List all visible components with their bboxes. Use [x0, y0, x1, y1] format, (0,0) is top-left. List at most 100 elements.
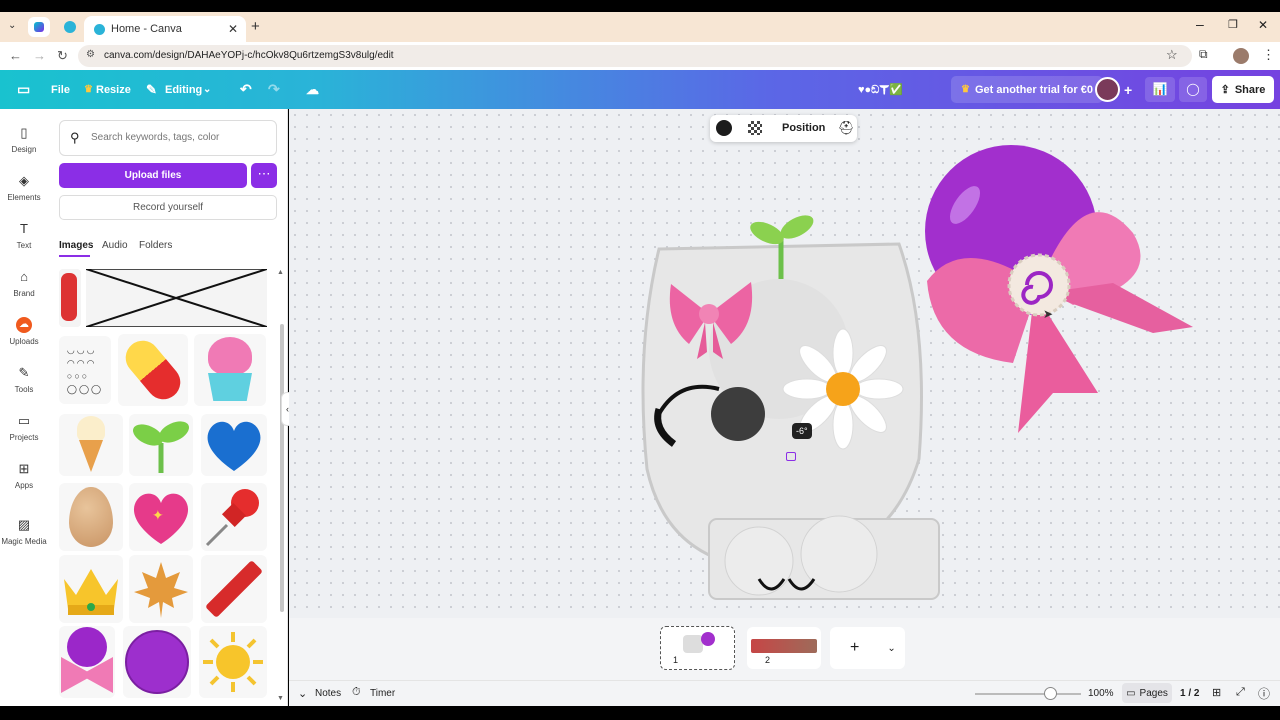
- canva-favicon-tab[interactable]: [28, 17, 50, 37]
- sparkle-heart-image: ✦: [133, 493, 189, 544]
- upload-thumbnail[interactable]: [129, 555, 193, 623]
- resize-button[interactable]: Resize: [96, 70, 131, 109]
- upload-thumbnail[interactable]: [85, 268, 268, 328]
- rail-item-text[interactable]: T Text: [0, 221, 48, 250]
- url-text: canva.com/design/DAHAeYOPj-c/hcOkv8Qu6rt…: [104, 50, 394, 61]
- upload-thumbnail[interactable]: [201, 483, 267, 551]
- comments-icon[interactable]: ◯: [1179, 77, 1207, 102]
- upload-thumbnail[interactable]: [59, 555, 123, 623]
- editing-mode-dropdown[interactable]: Editing: [165, 70, 202, 109]
- upload-thumbnail[interactable]: [199, 626, 267, 698]
- add-page-button[interactable]: + ⌄: [830, 627, 905, 669]
- crown-image: [64, 569, 118, 615]
- upload-thumbnail[interactable]: [129, 414, 193, 476]
- selection-handle-icon[interactable]: [786, 452, 796, 461]
- toggle-panel-icon[interactable]: ▭: [17, 70, 30, 109]
- fullscreen-icon[interactable]: ⤢: [1236, 686, 1245, 699]
- elements-icon: ◈: [19, 173, 29, 188]
- upload-thumbnail[interactable]: [201, 414, 267, 476]
- cloud-sync-icon[interactable]: ☁: [306, 70, 319, 109]
- scroll-down-icon[interactable]: ▼: [277, 695, 284, 702]
- add-collaborator-icon[interactable]: +: [1124, 70, 1132, 109]
- cat-artwork[interactable]: [629, 209, 949, 609]
- tab-favicon-2[interactable]: [64, 21, 76, 33]
- reload-icon[interactable]: ↻: [57, 48, 68, 64]
- redo-icon[interactable]: ↷: [268, 70, 280, 109]
- tab-audio[interactable]: Audio: [102, 240, 128, 251]
- zoom-slider-handle[interactable]: [1044, 687, 1057, 700]
- share-button[interactable]: ⇪ Share: [1212, 76, 1274, 103]
- upload-thumbnail[interactable]: [59, 626, 115, 698]
- upload-files-button[interactable]: Upload files: [59, 163, 247, 188]
- rail-item-apps[interactable]: ⊞ Apps: [0, 461, 48, 490]
- undo-icon[interactable]: ↶: [240, 70, 252, 109]
- design-title[interactable]: ♥●ඞ☤✅: [858, 70, 903, 109]
- share-label: Share: [1234, 83, 1266, 96]
- upload-thumbnail[interactable]: [123, 626, 191, 698]
- user-avatar[interactable]: [1095, 77, 1120, 102]
- upload-thumbnail[interactable]: [118, 334, 188, 406]
- upload-thumbnail[interactable]: ✦: [129, 483, 193, 551]
- browser-menu-icon[interactable]: ⋮: [1262, 47, 1275, 63]
- url-field[interactable]: ⚙ canva.com/design/DAHAeYOPj-c/hcOkv8Qu6…: [78, 45, 1192, 67]
- upload-thumbnail[interactable]: [201, 555, 267, 623]
- trial-button[interactable]: ♛ Get another trial for €0: [951, 76, 1103, 103]
- maximize-icon[interactable]: ❐: [1228, 18, 1238, 31]
- crown-icon: ♛: [84, 84, 93, 95]
- rail-item-tools[interactable]: ✎ Tools: [0, 365, 48, 394]
- tab-close-icon[interactable]: ✕: [228, 22, 238, 36]
- forward-icon[interactable]: →: [33, 48, 46, 63]
- cupcake-image: [200, 337, 260, 403]
- color-swatch[interactable]: [716, 120, 732, 136]
- browser-tab-active[interactable]: Home - Canva ✕: [84, 16, 246, 42]
- analytics-icon[interactable]: 📊: [1145, 77, 1175, 102]
- upload-thumbnail[interactable]: [59, 483, 123, 551]
- rail-item-brand[interactable]: ⌂ Brand: [0, 269, 48, 298]
- help-icon[interactable]: ⓘ: [1258, 685, 1270, 702]
- search-input[interactable]: ⚲ Search keywords, tags, color: [59, 120, 277, 156]
- upload-thumbnail[interactable]: ◡◡◡ ◠◠◠ ○○○ ◯◯◯: [59, 336, 111, 404]
- zoom-slider-track[interactable]: [975, 693, 1081, 695]
- record-yourself-button[interactable]: Record yourself: [59, 195, 277, 220]
- page-thumbnail-1[interactable]: 1: [660, 626, 735, 670]
- page-thumbnail-2[interactable]: 2: [747, 627, 821, 669]
- tab-folders[interactable]: Folders: [139, 240, 172, 251]
- site-info-icon[interactable]: ⚙: [86, 49, 95, 60]
- upload-thumbnail[interactable]: [59, 414, 123, 476]
- more-options-button[interactable]: ⋯: [251, 163, 277, 188]
- page-1-number: 1: [673, 655, 679, 665]
- design-canvas[interactable]: Position ⛑ -6° ➤: [289, 109, 1280, 618]
- rail-item-uploads[interactable]: ☁ Uploads: [0, 317, 48, 346]
- zoom-level[interactable]: 100%: [1088, 688, 1114, 699]
- new-tab-icon[interactable]: +: [251, 18, 260, 35]
- position-button[interactable]: Position: [782, 122, 825, 134]
- transparency-icon[interactable]: [748, 121, 762, 135]
- upload-thumbnail[interactable]: [194, 334, 266, 406]
- notes-button[interactable]: Notes: [315, 688, 341, 699]
- extensions-icon[interactable]: ⧉: [1199, 47, 1208, 62]
- bow-ornament-image: [61, 627, 113, 697]
- file-menu[interactable]: File: [51, 70, 70, 109]
- close-window-icon[interactable]: ✕: [1258, 18, 1268, 32]
- pages-button[interactable]: ▭ Pages: [1122, 683, 1172, 703]
- chevron-down-icon[interactable]: ⌄: [887, 643, 895, 654]
- back-icon[interactable]: ←: [9, 48, 22, 63]
- rail-item-projects[interactable]: ▭ Projects: [0, 413, 48, 442]
- scroll-up-icon[interactable]: ▲: [277, 269, 284, 276]
- bow-ornament-element[interactable]: [923, 143, 1195, 443]
- rail-item-magic-media[interactable]: ▨ Magic Media: [0, 517, 48, 546]
- grid-view-icon[interactable]: ⊞: [1212, 686, 1221, 699]
- paint-format-icon[interactable]: ⛑: [838, 120, 855, 136]
- tab-list-icon[interactable]: ⌄: [8, 20, 16, 31]
- rail-item-design[interactable]: ▯ Design: [0, 125, 48, 154]
- chevron-down-icon[interactable]: ⌄: [203, 70, 211, 109]
- minimize-icon[interactable]: –: [1196, 16, 1204, 32]
- rail-item-elements[interactable]: ◈ Elements: [0, 173, 48, 202]
- pill-image: [118, 334, 188, 406]
- profile-avatar[interactable]: [1233, 48, 1249, 64]
- upload-thumbnail[interactable]: [59, 269, 81, 327]
- timer-button[interactable]: Timer: [370, 688, 395, 699]
- tab-images[interactable]: Images: [59, 240, 93, 251]
- bookmark-star-icon[interactable]: ☆: [1166, 47, 1178, 63]
- panel-scrollbar[interactable]: [280, 324, 284, 612]
